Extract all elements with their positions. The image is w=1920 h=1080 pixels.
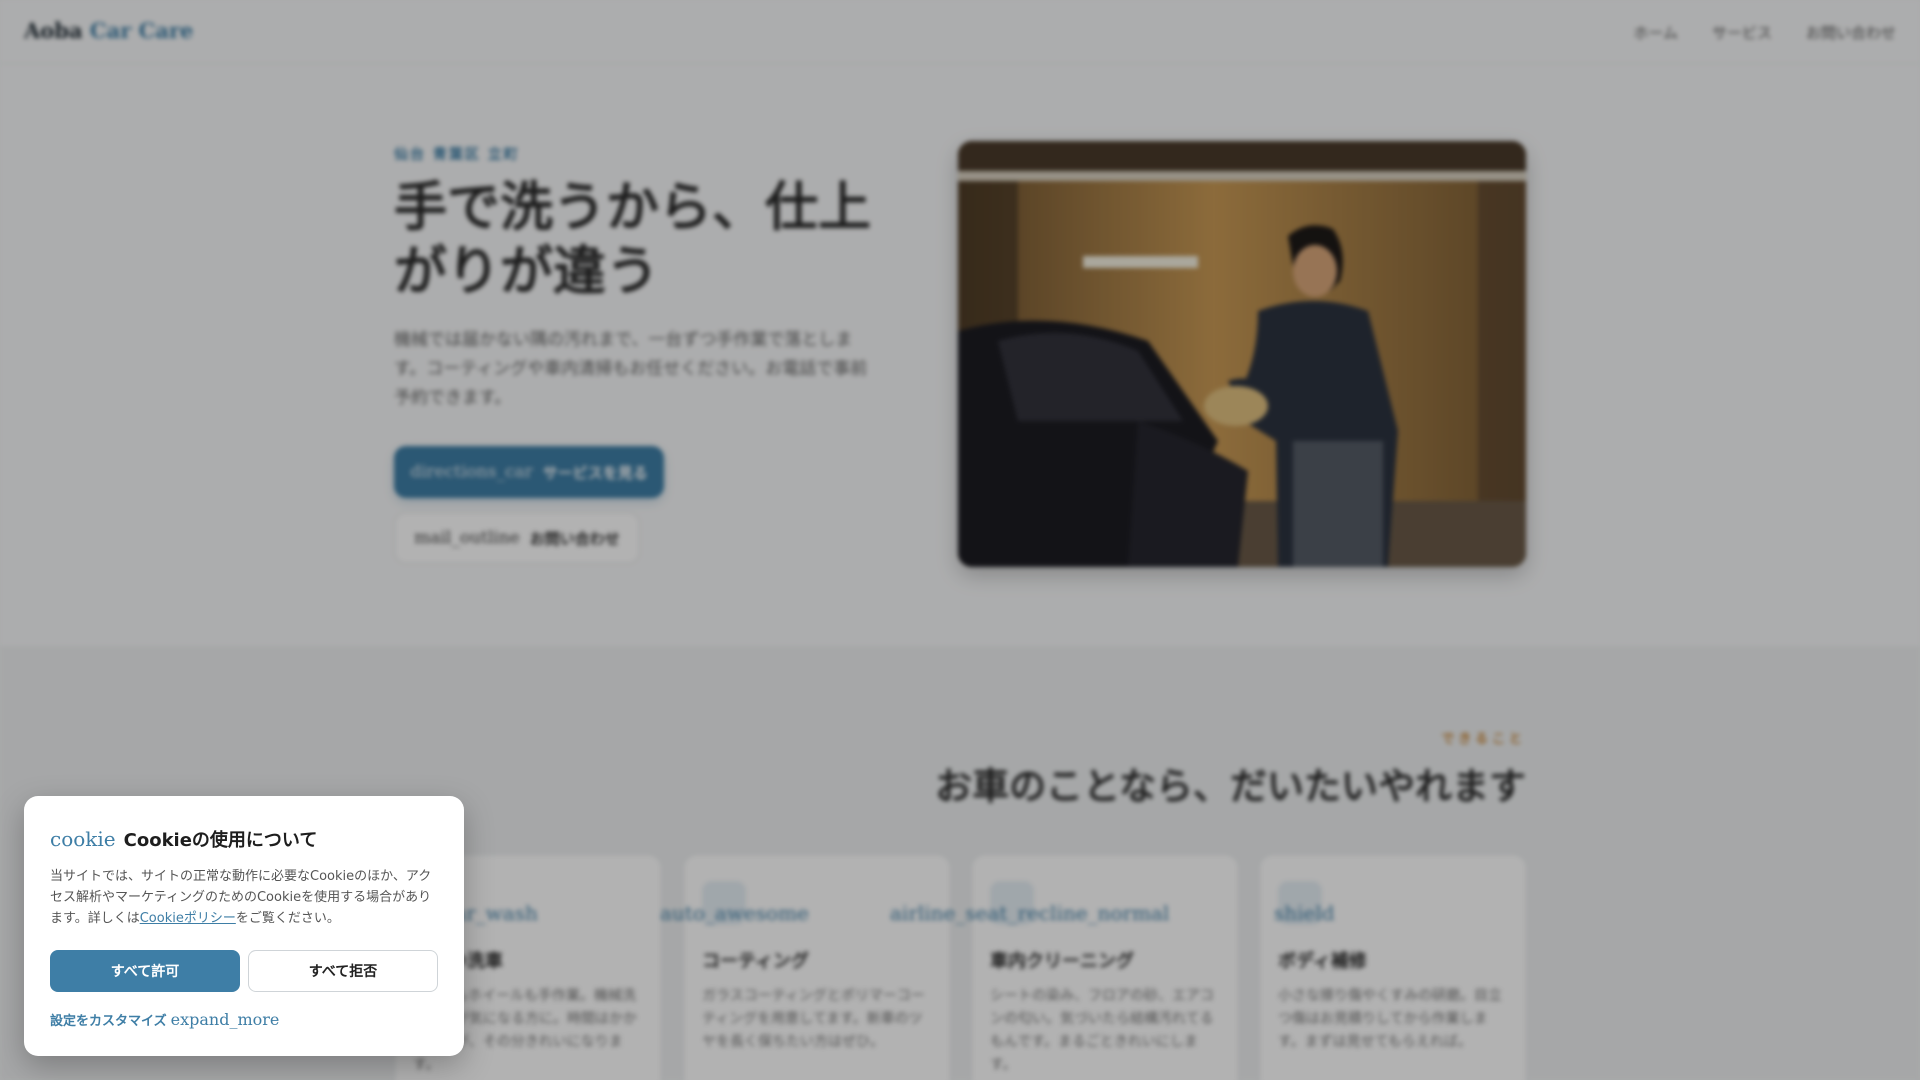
customize-label: 設定をカスタマイズ xyxy=(50,1014,167,1029)
cookie-title: Cookieの使用について xyxy=(123,830,318,851)
cookie-body: 当サイトでは、サイトの正常な動作に必要なCookieのほか、アクセス解析やマーケ… xyxy=(50,866,444,929)
cookie-consent-dialog: cookie Cookieの使用について 当サイトでは、サイトの正常な動作に必要… xyxy=(24,796,464,1056)
cookie-header: cookie Cookieの使用について xyxy=(50,826,317,852)
expand-more-icon: expand_more xyxy=(170,1010,280,1029)
cookie-body-text-end: をご覧ください。 xyxy=(235,911,340,926)
accept-all-button[interactable]: すべて許可 xyxy=(50,950,240,992)
customize-settings-button[interactable]: 設定をカスタマイズ expand_more xyxy=(50,1010,279,1029)
cookie-icon: cookie xyxy=(50,827,116,851)
reject-all-button[interactable]: すべて拒否 xyxy=(248,950,438,992)
cookie-policy-link[interactable]: Cookieポリシー xyxy=(140,911,236,926)
